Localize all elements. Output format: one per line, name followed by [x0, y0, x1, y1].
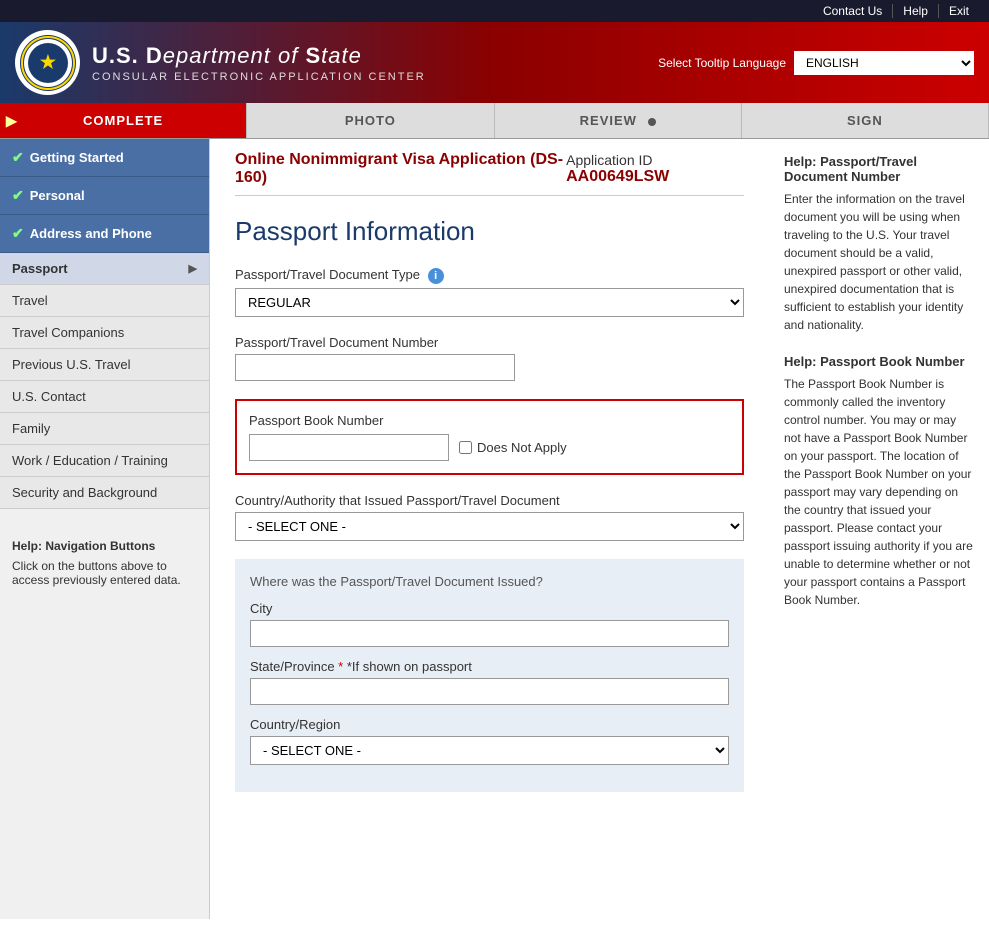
- doc-type-info-icon[interactable]: i: [428, 268, 444, 284]
- tooltip-language-label: Select Tooltip Language: [658, 56, 786, 70]
- tab-sign[interactable]: SIGN: [742, 103, 989, 138]
- passport-book-input[interactable]: [249, 434, 449, 461]
- check-icon: ✔: [12, 149, 24, 166]
- sidebar-item-passport[interactable]: Passport ▶: [0, 253, 209, 285]
- app-id-value: AA00649LSW: [566, 168, 669, 185]
- country-label: Country/Region: [250, 717, 729, 732]
- help-section-1: Help: Passport/Travel Document Number En…: [784, 154, 974, 334]
- issuing-country-group: Country/Authority that Issued Passport/T…: [235, 493, 744, 541]
- passport-book-row: Does Not Apply: [249, 434, 730, 461]
- tab-arrow-icon: ▶: [6, 112, 18, 129]
- sidebar-help: Help: Navigation Buttons Click on the bu…: [0, 529, 209, 597]
- contact-us-link[interactable]: Contact Us: [813, 4, 893, 18]
- doc-number-label: Passport/Travel Document Number: [235, 335, 744, 350]
- header-title: U.S. Department of State CONSULAR ELECTR…: [92, 43, 426, 83]
- passport-book-label: Passport Book Number: [249, 413, 730, 428]
- country-select[interactable]: - SELECT ONE -: [250, 736, 729, 765]
- sidebar-item-family[interactable]: Family: [0, 413, 209, 445]
- header: ★ U.S. Department of State CONSULAR ELEC…: [0, 22, 989, 103]
- doc-type-group: Passport/Travel Document Type i REGULAR …: [235, 267, 744, 317]
- check-icon: ✔: [12, 187, 24, 204]
- sidebar-item-travel[interactable]: Travel: [0, 285, 209, 317]
- does-not-apply-checkbox[interactable]: [459, 441, 472, 454]
- city-group: City: [250, 601, 729, 647]
- help-bold: Help: Navigation Buttons: [12, 539, 155, 553]
- state-input[interactable]: [250, 678, 729, 705]
- sidebar-item-us-contact[interactable]: U.S. Contact: [0, 381, 209, 413]
- help-panel: Help: Passport/Travel Document Number En…: [769, 139, 989, 919]
- svg-text:★: ★: [39, 52, 56, 72]
- arrow-right-icon: ▶: [189, 262, 197, 275]
- help-section-2: Help: Passport Book Number The Passport …: [784, 354, 974, 609]
- app-title: Online Nonimmigrant Visa Application (DS…: [235, 151, 566, 187]
- sidebar-help-title: Help: Navigation Buttons: [12, 539, 197, 553]
- doc-number-input[interactable]: [235, 354, 515, 381]
- header-left: ★ U.S. Department of State CONSULAR ELEC…: [15, 30, 426, 95]
- passport-book-highlight: Passport Book Number Does Not Apply: [235, 399, 744, 475]
- issuing-country-select[interactable]: - SELECT ONE -: [235, 512, 744, 541]
- sidebar-item-personal[interactable]: ✔ Personal: [0, 177, 209, 215]
- help-text-1: Enter the information on the travel docu…: [784, 190, 974, 334]
- sidebar-item-getting-started[interactable]: ✔ Getting Started: [0, 139, 209, 177]
- does-not-apply-label: Does Not Apply: [459, 440, 567, 455]
- doc-type-select[interactable]: REGULAR OFFICIAL DIPLOMATIC LAISSEZ-PASS…: [235, 288, 744, 317]
- check-icon: ✔: [12, 225, 24, 242]
- required-star: *: [338, 659, 343, 674]
- state-group: State/Province * *If shown on passport: [250, 659, 729, 705]
- sidebar-help-text: Click on the buttons above to access pre…: [12, 559, 197, 587]
- main-layout: ✔ Getting Started ✔ Personal ✔ Address a…: [0, 139, 989, 919]
- content-area: Online Nonimmigrant Visa Application (DS…: [210, 139, 769, 919]
- doc-type-label: Passport/Travel Document Type i: [235, 267, 744, 284]
- sidebar-item-address-phone[interactable]: ✔ Address and Phone: [0, 215, 209, 253]
- city-input[interactable]: [250, 620, 729, 647]
- app-id: Application ID AA00649LSW: [566, 152, 744, 186]
- help-text-2: The Passport Book Number is commonly cal…: [784, 375, 974, 609]
- exit-link[interactable]: Exit: [939, 4, 979, 18]
- header-right: Select Tooltip Language ENGLISH SPANISH …: [658, 51, 974, 75]
- state-label: State/Province * *If shown on passport: [250, 659, 729, 674]
- tooltip-language-select[interactable]: ENGLISH SPANISH FRENCH PORTUGUESE CHINES…: [794, 51, 974, 75]
- tab-complete[interactable]: ▶ COMPLETE: [0, 103, 247, 138]
- help-heading-2: Help: Passport Book Number: [784, 354, 974, 369]
- city-label: City: [250, 601, 729, 616]
- issued-where-section: Where was the Passport/Travel Document I…: [235, 559, 744, 792]
- sidebar-item-work-education[interactable]: Work / Education / Training: [0, 445, 209, 477]
- state-dept-logo: ★: [15, 30, 80, 95]
- dept-subtitle: CONSULAR ELECTRONIC APPLICATION CENTER: [92, 71, 426, 83]
- help-heading-1: Help: Passport/Travel Document Number: [784, 154, 974, 184]
- sidebar: ✔ Getting Started ✔ Personal ✔ Address a…: [0, 139, 210, 919]
- help-link[interactable]: Help: [893, 4, 939, 18]
- issuing-country-label: Country/Authority that Issued Passport/T…: [235, 493, 744, 508]
- dept-name: U.S. Department of State: [92, 43, 426, 69]
- sidebar-item-previous-us-travel[interactable]: Previous U.S. Travel: [0, 349, 209, 381]
- page-title: Passport Information: [235, 216, 744, 247]
- review-dot-icon: [648, 118, 656, 126]
- country-group: Country/Region - SELECT ONE -: [250, 717, 729, 765]
- sidebar-item-security-background[interactable]: Security and Background: [0, 477, 209, 509]
- tab-review[interactable]: REVIEW: [495, 103, 742, 138]
- sidebar-item-travel-companions[interactable]: Travel Companions: [0, 317, 209, 349]
- issued-where-title: Where was the Passport/Travel Document I…: [250, 574, 729, 589]
- help-heading-2-rest: Passport Book Number: [820, 354, 964, 369]
- app-header: Online Nonimmigrant Visa Application (DS…: [235, 139, 744, 196]
- top-bar: Contact Us Help Exit: [0, 0, 989, 22]
- tab-photo[interactable]: PHOTO: [247, 103, 494, 138]
- nav-tabs: ▶ COMPLETE PHOTO REVIEW SIGN: [0, 103, 989, 139]
- doc-number-group: Passport/Travel Document Number: [235, 335, 744, 381]
